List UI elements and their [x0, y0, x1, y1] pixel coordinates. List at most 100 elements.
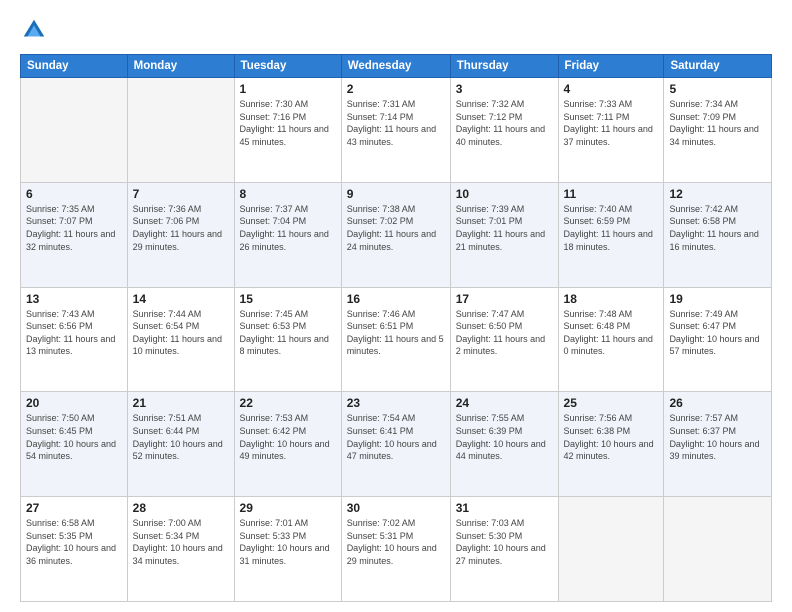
- calendar-cell: 4Sunrise: 7:33 AM Sunset: 7:11 PM Daylig…: [558, 78, 664, 183]
- calendar-cell: 21 Sunrise: 7:51 AM Sunset: 6:44 PM Dayli…: [127, 392, 234, 497]
- day-info: Sunrise: 7:55 AM Sunset: 6:39 PM Dayligh…: [456, 412, 553, 462]
- day-info: Sunrise: 7:35 AM Sunset: 7:07 PM Dayligh…: [26, 203, 122, 253]
- calendar-cell: 9 Sunrise: 7:38 AM Sunset: 7:02 PM Daylig…: [341, 182, 450, 287]
- day-number: 26: [669, 396, 766, 410]
- calendar-cell: 27 Sunrise: 6:58 AM Sunset: 5:35 PM Dayli…: [21, 497, 128, 602]
- day-info: Sunrise: 7:37 AM Sunset: 7:04 PM Dayligh…: [240, 203, 336, 253]
- calendar-cell: 23 Sunrise: 7:54 AM Sunset: 6:41 PM Dayli…: [341, 392, 450, 497]
- day-info: Sunrise: 7:40 AM Sunset: 6:59 PM Dayligh…: [564, 203, 659, 253]
- day-info: Sunrise: 7:32 AM Sunset: 7:12 PM Dayligh…: [456, 98, 553, 148]
- calendar-week-row: 6 Sunrise: 7:35 AM Sunset: 7:07 PM Daylig…: [21, 182, 772, 287]
- day-info: Sunrise: 7:38 AM Sunset: 7:02 PM Dayligh…: [347, 203, 445, 253]
- day-of-week-header: Saturday: [664, 55, 772, 78]
- calendar: SundayMondayTuesdayWednesdayThursdayFrid…: [20, 54, 772, 602]
- day-info: Sunrise: 7:39 AM Sunset: 7:01 PM Dayligh…: [456, 203, 553, 253]
- calendar-cell: 5 Sunrise: 7:34 AM Sunset: 7:09 PM Daylig…: [664, 78, 772, 183]
- calendar-cell: [127, 78, 234, 183]
- calendar-week-row: 13 Sunrise: 7:43 AM Sunset: 6:56 PM Dayli…: [21, 287, 772, 392]
- calendar-cell: 26Sunrise: 7:57 AM Sunset: 6:37 PM Dayli…: [664, 392, 772, 497]
- day-number: 9: [347, 187, 445, 201]
- day-info: Sunrise: 7:49 AM Sunset: 6:47 PM Dayligh…: [669, 308, 766, 358]
- day-number: 22: [240, 396, 336, 410]
- calendar-cell: 19 Sunrise: 7:49 AM Sunset: 6:47 PM Dayli…: [664, 287, 772, 392]
- day-number: 29: [240, 501, 336, 515]
- day-info: Sunrise: 7:56 AM Sunset: 6:38 PM Dayligh…: [564, 412, 659, 462]
- calendar-cell: 22 Sunrise: 7:53 AM Sunset: 6:42 PM Dayli…: [234, 392, 341, 497]
- header: [20, 16, 772, 44]
- day-number: 3: [456, 82, 553, 96]
- day-info: Sunrise: 7:43 AM Sunset: 6:56 PM Dayligh…: [26, 308, 122, 358]
- day-info: Sunrise: 7:36 AM Sunset: 7:06 PM Dayligh…: [133, 203, 229, 253]
- day-info: Sunrise: 7:53 AM Sunset: 6:42 PM Dayligh…: [240, 412, 336, 462]
- day-info: Sunrise: 7:03 AM Sunset: 5:30 PM Dayligh…: [456, 517, 553, 567]
- calendar-cell: 18Sunrise: 7:48 AM Sunset: 6:48 PM Dayli…: [558, 287, 664, 392]
- calendar-cell: 15 Sunrise: 7:45 AM Sunset: 6:53 PM Dayli…: [234, 287, 341, 392]
- calendar-cell: 28 Sunrise: 7:00 AM Sunset: 5:34 PM Dayli…: [127, 497, 234, 602]
- day-number: 15: [240, 292, 336, 306]
- calendar-cell: 17 Sunrise: 7:47 AM Sunset: 6:50 PM Dayli…: [450, 287, 558, 392]
- day-number: 28: [133, 501, 229, 515]
- day-number: 19: [669, 292, 766, 306]
- day-number: 23: [347, 396, 445, 410]
- day-info: Sunrise: 7:34 AM Sunset: 7:09 PM Dayligh…: [669, 98, 766, 148]
- day-number: 13: [26, 292, 122, 306]
- day-info: Sunrise: 7:54 AM Sunset: 6:41 PM Dayligh…: [347, 412, 445, 462]
- day-number: 5: [669, 82, 766, 96]
- calendar-cell: 16 Sunrise: 7:46 AM Sunset: 6:51 PM Dayli…: [341, 287, 450, 392]
- day-number: 18: [564, 292, 659, 306]
- calendar-cell: 13 Sunrise: 7:43 AM Sunset: 6:56 PM Dayli…: [21, 287, 128, 392]
- day-info: Sunrise: 7:46 AM Sunset: 6:51 PM Dayligh…: [347, 308, 445, 358]
- calendar-cell: 7 Sunrise: 7:36 AM Sunset: 7:06 PM Daylig…: [127, 182, 234, 287]
- day-of-week-header: Friday: [558, 55, 664, 78]
- day-info: Sunrise: 7:42 AM Sunset: 6:58 PM Dayligh…: [669, 203, 766, 253]
- day-number: 16: [347, 292, 445, 306]
- day-number: 14: [133, 292, 229, 306]
- calendar-cell: 29Sunrise: 7:01 AM Sunset: 5:33 PM Dayli…: [234, 497, 341, 602]
- calendar-week-row: 20 Sunrise: 7:50 AM Sunset: 6:45 PM Dayli…: [21, 392, 772, 497]
- logo: [20, 16, 52, 44]
- day-number: 17: [456, 292, 553, 306]
- day-of-week-header: Wednesday: [341, 55, 450, 78]
- calendar-cell: 3 Sunrise: 7:32 AM Sunset: 7:12 PM Daylig…: [450, 78, 558, 183]
- day-number: 24: [456, 396, 553, 410]
- day-info: Sunrise: 7:00 AM Sunset: 5:34 PM Dayligh…: [133, 517, 229, 567]
- calendar-cell: 12 Sunrise: 7:42 AM Sunset: 6:58 PM Dayli…: [664, 182, 772, 287]
- calendar-week-row: 1Sunrise: 7:30 AM Sunset: 7:16 PM Daylig…: [21, 78, 772, 183]
- calendar-cell: 11 Sunrise: 7:40 AM Sunset: 6:59 PM Dayli…: [558, 182, 664, 287]
- calendar-cell: 8 Sunrise: 7:37 AM Sunset: 7:04 PM Daylig…: [234, 182, 341, 287]
- day-info: Sunrise: 7:50 AM Sunset: 6:45 PM Dayligh…: [26, 412, 122, 462]
- day-number: 27: [26, 501, 122, 515]
- day-number: 20: [26, 396, 122, 410]
- day-number: 12: [669, 187, 766, 201]
- day-info: Sunrise: 7:47 AM Sunset: 6:50 PM Dayligh…: [456, 308, 553, 358]
- day-info: Sunrise: 7:51 AM Sunset: 6:44 PM Dayligh…: [133, 412, 229, 462]
- calendar-cell: [21, 78, 128, 183]
- day-info: Sunrise: 7:30 AM Sunset: 7:16 PM Dayligh…: [240, 98, 336, 148]
- day-number: 2: [347, 82, 445, 96]
- day-info: Sunrise: 7:33 AM Sunset: 7:11 PM Dayligh…: [564, 98, 659, 148]
- day-number: 31: [456, 501, 553, 515]
- day-info: Sunrise: 6:58 AM Sunset: 5:35 PM Dayligh…: [26, 517, 122, 567]
- day-info: Sunrise: 7:44 AM Sunset: 6:54 PM Dayligh…: [133, 308, 229, 358]
- calendar-header-row: SundayMondayTuesdayWednesdayThursdayFrid…: [21, 55, 772, 78]
- day-info: Sunrise: 7:31 AM Sunset: 7:14 PM Dayligh…: [347, 98, 445, 148]
- calendar-cell: 1Sunrise: 7:30 AM Sunset: 7:16 PM Daylig…: [234, 78, 341, 183]
- calendar-cell: 30Sunrise: 7:02 AM Sunset: 5:31 PM Dayli…: [341, 497, 450, 602]
- day-of-week-header: Monday: [127, 55, 234, 78]
- day-number: 30: [347, 501, 445, 515]
- day-number: 21: [133, 396, 229, 410]
- calendar-cell: 14 Sunrise: 7:44 AM Sunset: 6:54 PM Dayli…: [127, 287, 234, 392]
- day-info: Sunrise: 7:45 AM Sunset: 6:53 PM Dayligh…: [240, 308, 336, 358]
- calendar-cell: 31 Sunrise: 7:03 AM Sunset: 5:30 PM Dayli…: [450, 497, 558, 602]
- day-number: 8: [240, 187, 336, 201]
- calendar-cell: 25Sunrise: 7:56 AM Sunset: 6:38 PM Dayli…: [558, 392, 664, 497]
- calendar-cell: 20 Sunrise: 7:50 AM Sunset: 6:45 PM Dayli…: [21, 392, 128, 497]
- day-number: 7: [133, 187, 229, 201]
- day-number: 11: [564, 187, 659, 201]
- calendar-cell: 24 Sunrise: 7:55 AM Sunset: 6:39 PM Dayli…: [450, 392, 558, 497]
- logo-icon: [20, 16, 48, 44]
- day-of-week-header: Thursday: [450, 55, 558, 78]
- day-number: 6: [26, 187, 122, 201]
- day-of-week-header: Tuesday: [234, 55, 341, 78]
- calendar-cell: [558, 497, 664, 602]
